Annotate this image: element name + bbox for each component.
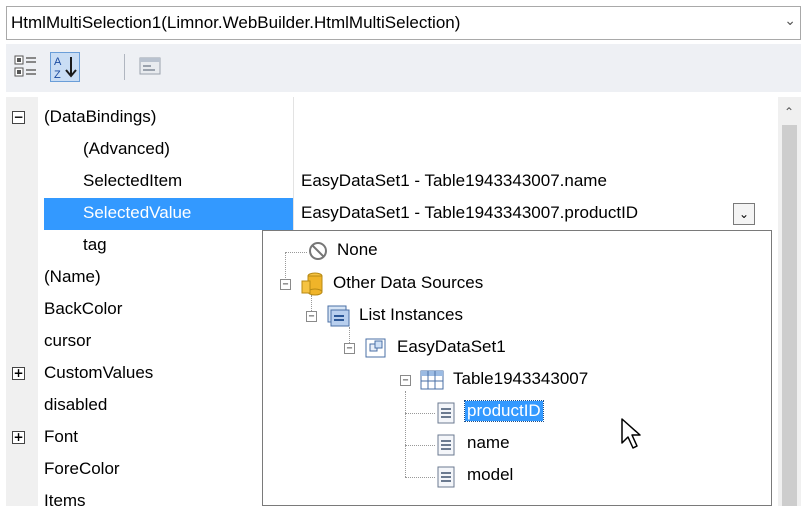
collapse-icon[interactable]: − — [12, 111, 25, 124]
expand-icon[interactable]: + — [12, 367, 25, 380]
collapse-icon[interactable]: − — [280, 279, 291, 290]
collapse-icon[interactable]: − — [400, 375, 411, 386]
alphabetical-button[interactable]: A Z — [50, 52, 80, 82]
alphabetical-icon: A Z — [54, 56, 77, 81]
svg-text:Z: Z — [54, 69, 61, 81]
property-name: disabled — [44, 395, 108, 414]
collapse-icon[interactable]: − — [344, 343, 355, 354]
property-row-databindings[interactable]: − (DataBindings) — [6, 102, 778, 134]
svg-text:A: A — [54, 56, 62, 68]
property-value: EasyDataSet1 - Table1943343007.name — [301, 171, 607, 190]
object-selector[interactable]: HtmlMultiSelection1(Limnor.WebBuilder.Ht… — [6, 6, 801, 40]
property-name: SelectedItem — [83, 171, 183, 190]
tree-node-none[interactable]: None — [337, 240, 378, 260]
toolbar-separator — [124, 54, 125, 80]
property-name: (Advanced) — [83, 139, 170, 158]
property-row-selectedvalue[interactable]: SelectedValue EasyDataSet1 - Table194334… — [6, 198, 778, 230]
property-row-advanced[interactable]: (Advanced) — [6, 134, 778, 166]
property-name: BackColor — [44, 299, 123, 318]
tree-node-list-instances[interactable]: List Instances — [359, 305, 463, 325]
property-name: tag — [83, 235, 107, 254]
tree-line — [405, 445, 435, 446]
field-icon — [437, 402, 455, 424]
categorized-icon — [14, 55, 36, 77]
property-name: Font — [44, 427, 79, 446]
property-name: cursor — [44, 331, 92, 350]
property-pages-icon — [139, 57, 161, 75]
collapse-icon[interactable]: − — [306, 311, 317, 322]
dataset-icon — [365, 338, 386, 358]
property-row-selecteditem[interactable]: SelectedItem EasyDataSet1 - Table1943343… — [6, 166, 778, 198]
database-icon — [301, 272, 323, 296]
property-name: SelectedValue — [83, 203, 192, 222]
expand-icon[interactable]: + — [12, 431, 25, 444]
property-name: (DataBindings) — [44, 107, 157, 126]
tree-node-other-data-sources[interactable]: Other Data Sources — [333, 273, 483, 293]
tree-node-field-name[interactable]: name — [467, 433, 510, 453]
property-name: (Name) — [44, 267, 101, 286]
tree-node-easydataset1[interactable]: EasyDataSet1 — [397, 337, 506, 357]
tree-line — [285, 252, 307, 253]
tree-node-field-model[interactable]: model — [467, 465, 513, 485]
scroll-thumb[interactable] — [782, 125, 797, 506]
property-name: Items — [44, 491, 86, 506]
chevron-down-icon[interactable]: ⌄ — [784, 12, 796, 29]
tree-node-field-productid[interactable]: productID — [464, 400, 544, 422]
categorized-button[interactable] — [12, 52, 42, 82]
field-icon — [437, 466, 455, 488]
list-instances-icon — [327, 305, 350, 327]
tree-line — [405, 391, 406, 477]
tree-node-table[interactable]: Table1943343007 — [453, 369, 588, 389]
chevron-up-icon[interactable]: ⌃ — [784, 105, 794, 119]
vertical-scrollbar[interactable]: ⌃ — [778, 97, 801, 506]
tree-line — [405, 477, 435, 478]
tree-line — [405, 413, 435, 414]
datasource-tree-popup[interactable]: None − Other Data Sources − List Instanc… — [262, 230, 772, 506]
value-dropdown-button[interactable]: ⌄ — [733, 203, 755, 225]
object-selector-text: HtmlMultiSelection1(Limnor.WebBuilder.Ht… — [11, 13, 461, 32]
property-toolbar: A Z — [6, 44, 801, 92]
property-name: ForeColor — [44, 459, 120, 478]
selected-property[interactable]: SelectedValue — [44, 198, 293, 230]
mouse-cursor-icon — [621, 418, 641, 449]
chevron-down-icon: ⌄ — [738, 207, 750, 221]
property-pages-button[interactable] — [136, 52, 166, 82]
none-icon — [309, 242, 327, 260]
table-icon — [420, 370, 444, 390]
property-value[interactable]: EasyDataSet1 - Table1943343007.productID — [301, 203, 638, 223]
property-name: CustomValues — [44, 363, 154, 382]
field-icon — [437, 434, 455, 456]
